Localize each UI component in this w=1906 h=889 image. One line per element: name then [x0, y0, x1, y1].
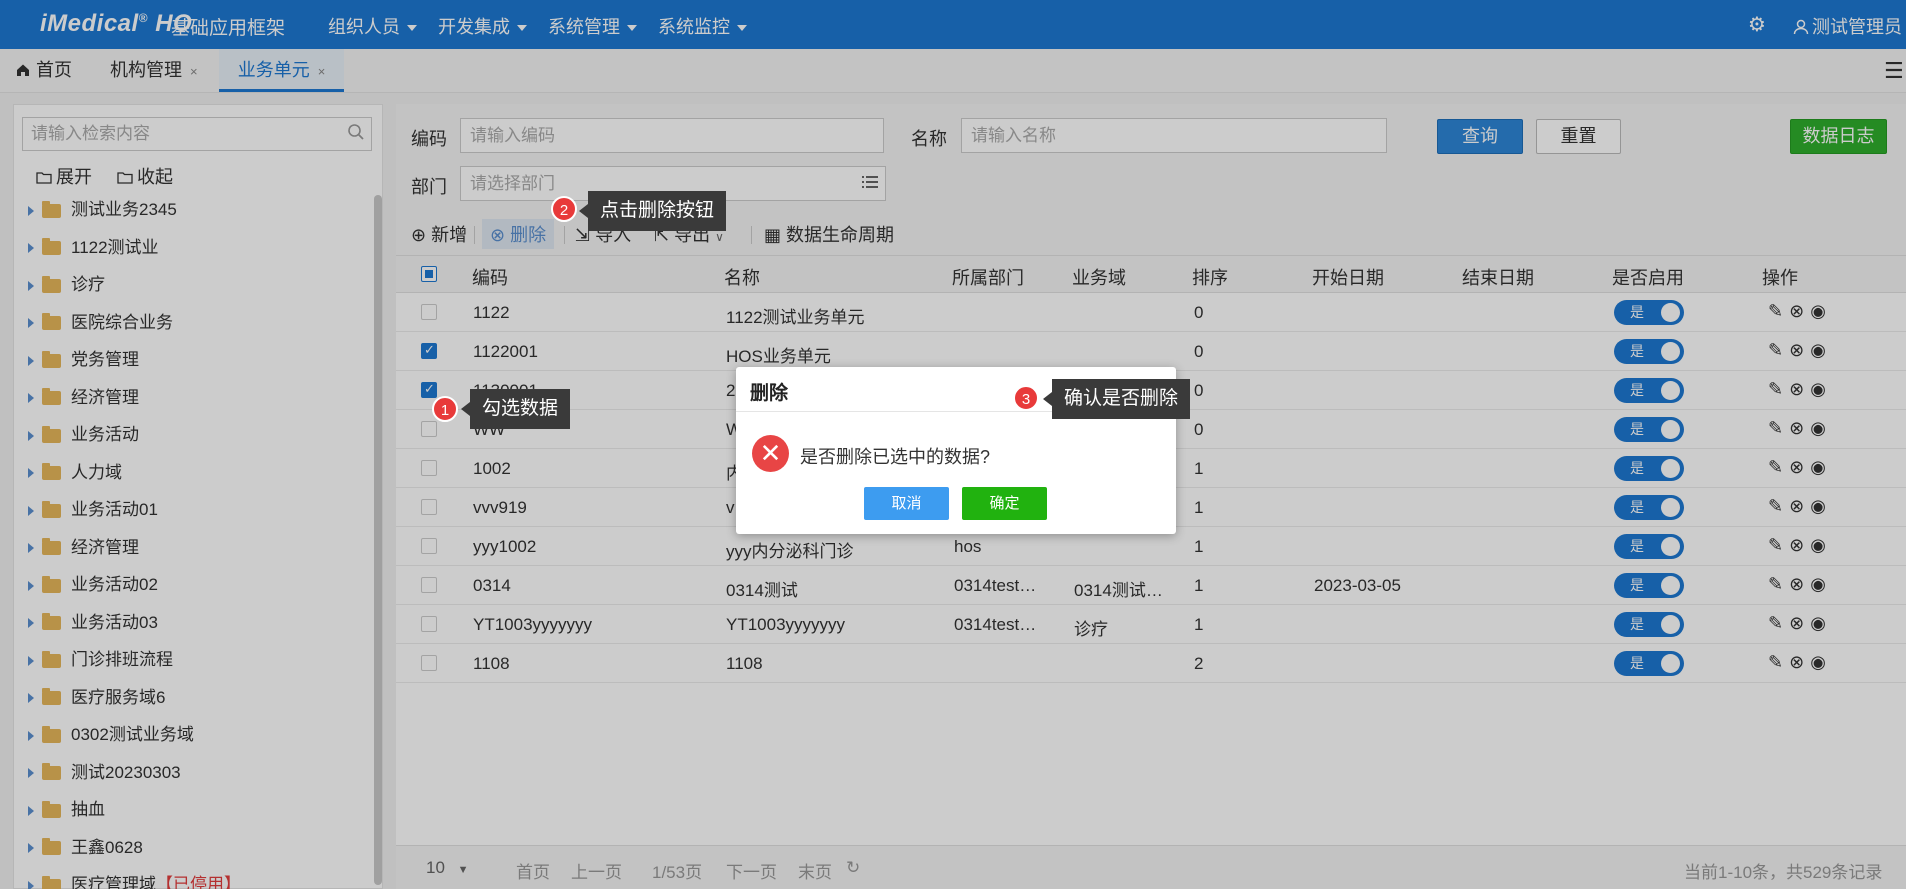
step-callout: 确认是否删除 — [1042, 379, 1191, 419]
step-callout: 点击删除按钮 — [578, 191, 727, 231]
error-icon: ✕ — [752, 435, 789, 472]
dialog-title: 删除 — [750, 383, 789, 404]
dialog-message: 是否删除已选中的数据? — [800, 447, 991, 467]
step-callout: 勾选数据 — [460, 389, 571, 429]
step-badge: 2 — [551, 196, 577, 222]
step-badge: 1 — [432, 396, 458, 422]
step-badge: 3 — [1013, 385, 1039, 411]
cancel-button[interactable]: 取消 — [864, 487, 949, 520]
confirm-button[interactable]: 确定 — [962, 487, 1047, 520]
